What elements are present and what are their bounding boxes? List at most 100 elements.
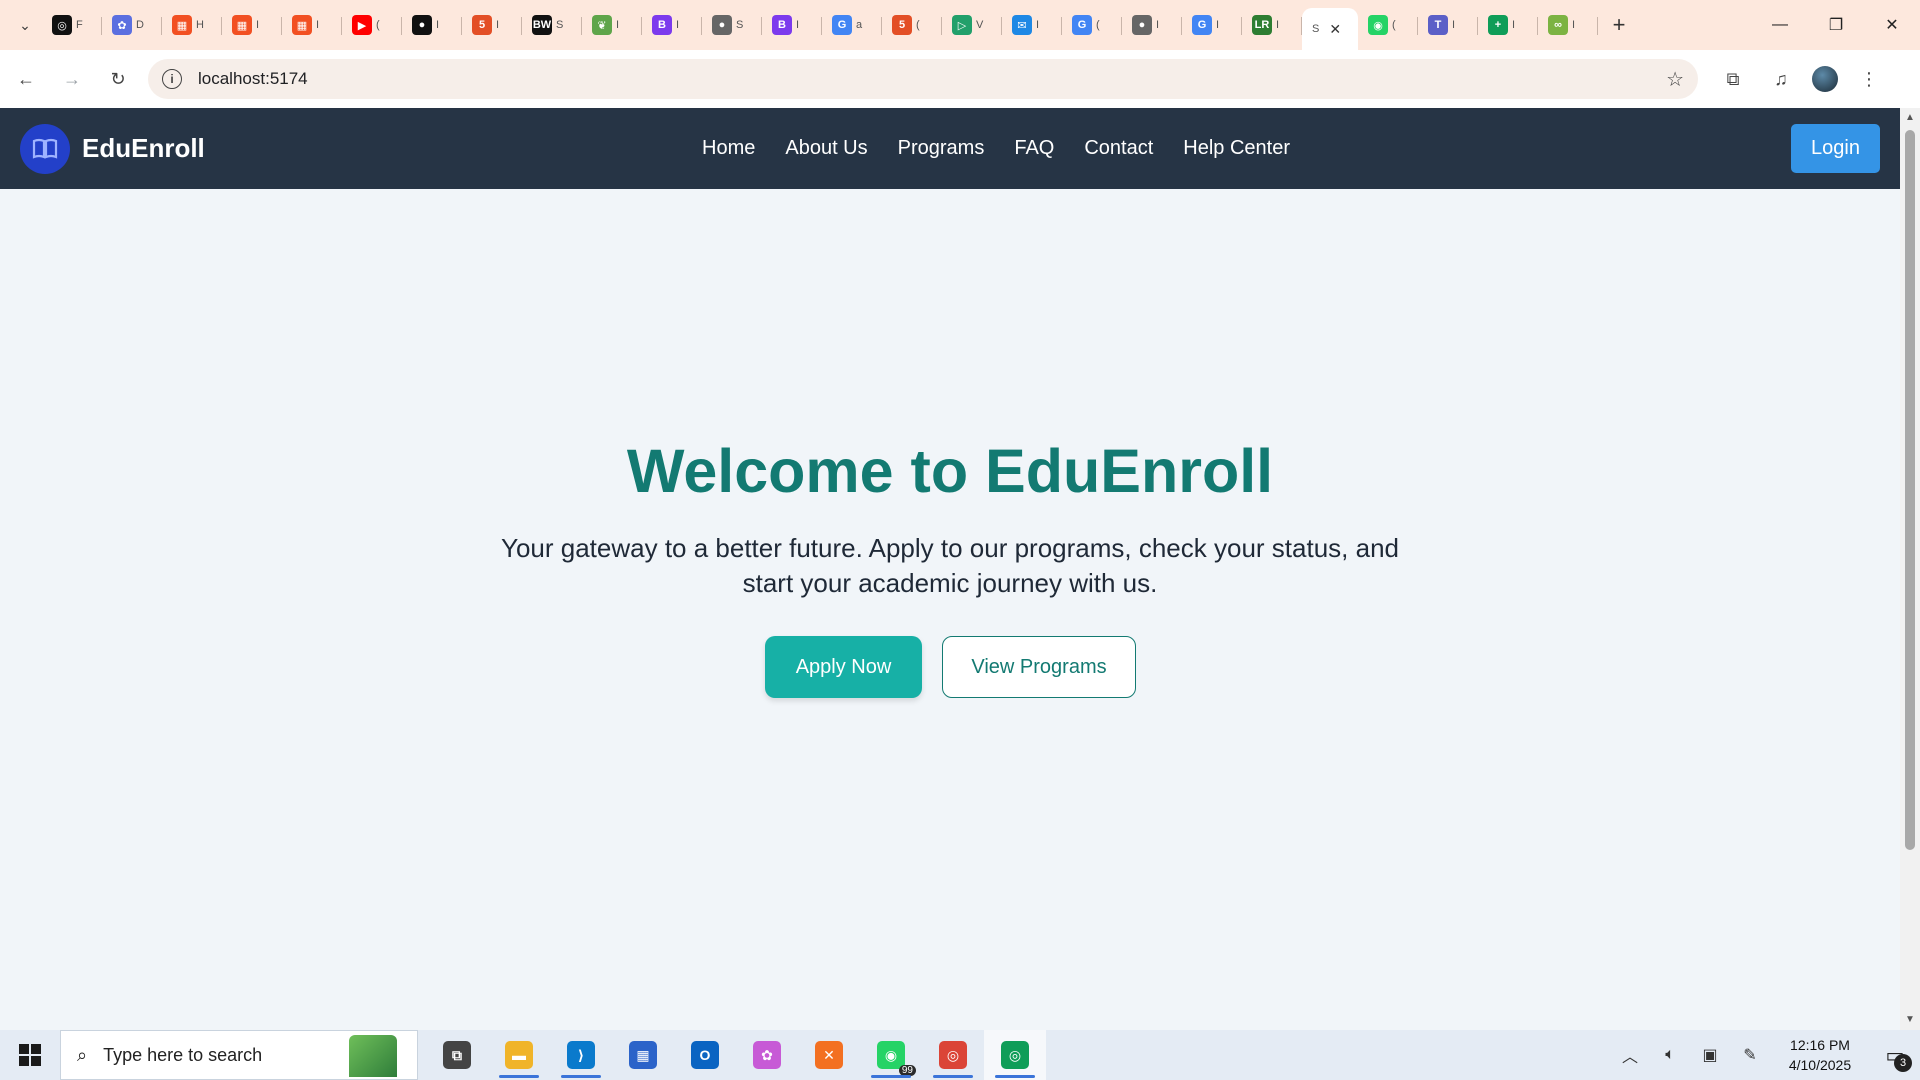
browser-tab-17[interactable]: G( (1062, 7, 1122, 43)
menu-kebab-icon[interactable]: ⋮ (1852, 62, 1886, 96)
chevron-up-icon[interactable]: ︿ (1610, 1030, 1650, 1080)
apply-now-button[interactable]: Apply Now (765, 636, 922, 698)
extensions-icon[interactable]: ⧉ (1716, 62, 1750, 96)
pen-icon[interactable]: ✎ (1730, 1030, 1770, 1080)
tab-title: ( (376, 19, 380, 31)
forward-icon[interactable]: → (52, 59, 92, 99)
active-tab[interactable]: S ✕ (1302, 8, 1358, 50)
browser-tab-20[interactable]: LR I (1242, 7, 1302, 43)
reload-icon[interactable]: ↻ (98, 59, 138, 99)
tab-title: H (196, 19, 204, 31)
browser-tab-after-0[interactable]: ◉( (1358, 7, 1418, 43)
nav-links: Home About Us Programs FAQ Contact Help … (702, 108, 1320, 189)
teams-icon: T (1428, 15, 1448, 35)
browser-tab-1[interactable]: ✿ D (102, 7, 162, 43)
nav-about-us[interactable]: About Us (785, 137, 867, 160)
html5-icon: 5 (892, 15, 912, 35)
tab-title: ( (916, 19, 920, 31)
notification-center-icon[interactable]: ▭ 3 (1870, 1030, 1920, 1080)
nav-programs[interactable]: Programs (898, 137, 985, 160)
tab-title: ( (1392, 19, 1396, 31)
nav-faq[interactable]: FAQ (1014, 137, 1054, 160)
browser-tab-6[interactable]: ● I (402, 7, 462, 43)
taskbar-app-3[interactable]: ▦ (612, 1030, 674, 1080)
bookmark-star-icon[interactable]: ☆ (1666, 67, 1684, 92)
windows-start-icon[interactable] (0, 1030, 60, 1080)
brand-name[interactable]: EduEnroll (82, 133, 205, 164)
leaf-icon: ❦ (592, 15, 612, 35)
nav-contact[interactable]: Contact (1084, 137, 1153, 160)
browser-tab-5[interactable]: ▶( (342, 7, 402, 43)
browser-tab-14[interactable]: 5( (882, 7, 942, 43)
search-icon: ⌕ (77, 1044, 88, 1065)
address-url[interactable]: localhost:5174 (198, 69, 308, 89)
profile-avatar[interactable] (1812, 66, 1838, 92)
browser-tab-7[interactable]: 5I (462, 7, 522, 43)
taskbar-clock[interactable]: 12:16 PM 4/10/2025 (1770, 1035, 1870, 1075)
hero-subtitle: Your gateway to a better future. Apply t… (501, 533, 1399, 598)
scroll-thumb[interactable] (1905, 130, 1915, 850)
taskbar-app-6[interactable]: ✕ (798, 1030, 860, 1080)
media-controls-icon[interactable]: ♫ (1764, 62, 1798, 96)
site-info-icon[interactable]: i (162, 69, 182, 89)
tab-title: I (496, 19, 500, 31)
book-logo-icon[interactable] (20, 123, 70, 174)
taskbar-app-5[interactable]: ✿ (736, 1030, 798, 1080)
volume-icon[interactable]: 🔈︎ (1650, 1030, 1690, 1080)
taskbar-app-0[interactable]: ⧉ (426, 1030, 488, 1080)
taskbar-app-9[interactable]: ◎ (984, 1030, 1046, 1080)
taskbar-app-4[interactable]: O (674, 1030, 736, 1080)
clock-date: 4/10/2025 (1788, 1057, 1852, 1073)
browser-tab-12[interactable]: BI (762, 7, 822, 43)
browser-tab-after-2[interactable]: + I (1478, 7, 1538, 43)
login-button[interactable]: Login (1791, 124, 1880, 173)
browser-tab-13[interactable]: Ga (822, 7, 882, 43)
taskbar-app-7[interactable]: ◉ 99 (860, 1030, 922, 1080)
whatsapp-icon: ◉ (1368, 15, 1388, 35)
taskbar-app-1[interactable]: ▬ (488, 1030, 550, 1080)
microsoft-icon: ▦ (232, 15, 252, 35)
taskbar-app-8[interactable]: ◎ (922, 1030, 984, 1080)
browser-tab-2[interactable]: ▦ H (162, 7, 222, 43)
browser-tab-3[interactable]: ▦ I (222, 7, 282, 43)
address-bar[interactable]: i localhost:5174 ☆ (148, 59, 1698, 99)
back-icon[interactable]: ← (6, 59, 46, 99)
nav-help-center[interactable]: Help Center (1183, 137, 1290, 160)
browser-tab-11[interactable]: ● S (702, 7, 762, 43)
page-scrollbar[interactable]: ▲ ▼ (1900, 108, 1920, 1030)
html5-icon: 5 (472, 15, 492, 35)
globe-icon: ● (1132, 15, 1152, 35)
browser-tab-after-3[interactable]: ∞ I (1538, 7, 1598, 43)
browser-tab-10[interactable]: BI (642, 7, 702, 43)
taskbar-app-2[interactable]: ⟩ (550, 1030, 612, 1080)
browser-tab-4[interactable]: ▦ I (282, 7, 342, 43)
search-highlight-image[interactable] (349, 1035, 397, 1077)
taskbar-search-placeholder[interactable]: Type here to search (103, 1045, 262, 1066)
browser-tab-8[interactable]: BW S (522, 7, 582, 43)
new-tab-button[interactable]: + (1602, 8, 1636, 42)
close-window-icon[interactable]: ✕ (1864, 0, 1920, 50)
restore-icon[interactable]: ❐ (1808, 0, 1864, 50)
tab-search-icon[interactable]: ⌄ (8, 8, 42, 42)
browser-tab-15[interactable]: ▷ V (942, 7, 1002, 43)
close-tab-icon[interactable]: ✕ (1329, 21, 1341, 38)
browser-tab-18[interactable]: ● I (1122, 7, 1182, 43)
minimize-icon[interactable]: — (1752, 0, 1808, 50)
scroll-down-icon[interactable]: ▼ (1904, 1014, 1916, 1026)
nav-home[interactable]: Home (702, 137, 755, 160)
scroll-up-icon[interactable]: ▲ (1904, 112, 1916, 124)
microsoft-icon: ▦ (292, 15, 312, 35)
windows-taskbar: ⌕ Type here to search ⧉ ▬ ⟩ ▦ O ✿ ✕ ◉ 99 ◎ ◎ ︿ 🔈︎ … (0, 1030, 1920, 1080)
meet-now-icon[interactable]: ▣ (1690, 1030, 1730, 1080)
tab-title: a (856, 19, 863, 31)
tab-title: I (256, 19, 260, 31)
unread-count-badge: 99 (898, 1065, 916, 1076)
tab-title: I (436, 19, 440, 31)
view-programs-button[interactable]: View Programs (942, 636, 1136, 698)
browser-tab-19[interactable]: GI (1182, 7, 1242, 43)
browser-tab-after-1[interactable]: TI (1418, 7, 1478, 43)
browser-tab-9[interactable]: ❦ I (582, 7, 642, 43)
browser-tab-16[interactable]: ✉ I (1002, 7, 1062, 43)
taskbar-search[interactable]: ⌕ Type here to search (60, 1030, 418, 1080)
browser-tab-0[interactable]: ◎ F (42, 7, 102, 43)
